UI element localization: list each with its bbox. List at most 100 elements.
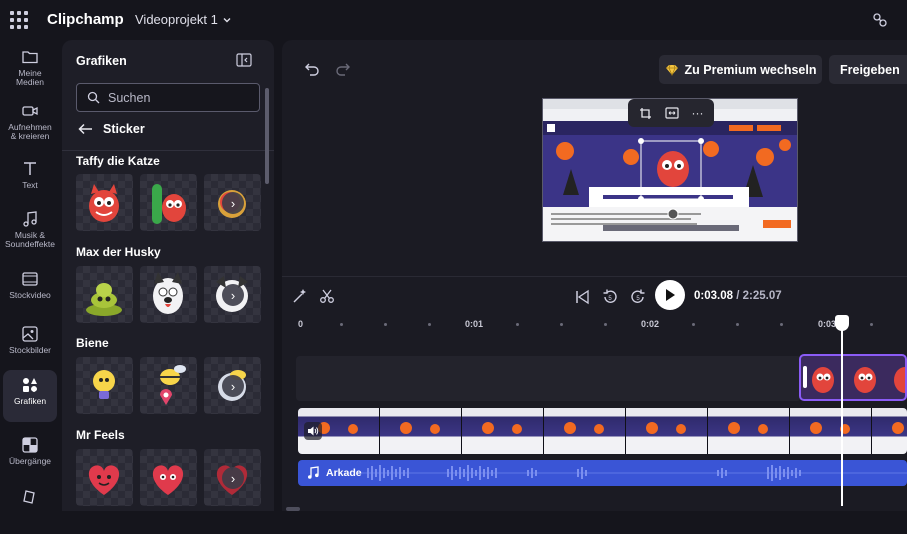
text-icon — [24, 162, 36, 175]
back-to-stickers[interactable]: Sticker — [78, 122, 145, 136]
video-track[interactable] — [298, 408, 907, 454]
playback-time: 0:03.08 / 2:25.07 — [694, 290, 782, 302]
split-scissors-icon[interactable] — [319, 288, 335, 304]
magic-wand-icon[interactable] — [292, 288, 308, 304]
audio-clip-name: Arkade — [326, 467, 362, 479]
undo-icon[interactable] — [304, 61, 320, 77]
video-frame — [872, 408, 907, 454]
project-name-dropdown[interactable]: Videoprojekt 1 — [135, 12, 232, 27]
rail-item-my-media[interactable]: Meine Medien — [3, 42, 57, 94]
sticker-taffy-1[interactable] — [76, 174, 133, 231]
time-separator: / — [733, 290, 743, 302]
timeline-divider — [282, 276, 907, 277]
shapes-icon — [23, 378, 37, 392]
chevron-right-icon[interactable]: › — [222, 467, 244, 489]
rail-item-stock-video[interactable]: Stockvideo — [3, 264, 57, 316]
rail-item-transitions[interactable]: Übergänge — [3, 430, 57, 482]
ruler-tick — [516, 323, 519, 326]
current-time: 0:03.08 — [694, 290, 734, 302]
volume-icon[interactable] — [304, 422, 322, 440]
upgrade-premium-button[interactable]: Zu Premium wechseln — [659, 55, 822, 84]
rail-item-brand-kit[interactable] — [3, 482, 57, 534]
arrow-left-icon — [78, 123, 92, 135]
section-title: Biene — [76, 336, 109, 350]
ruler-label: 0:01 — [465, 319, 484, 329]
rail-item-music-sfx[interactable]: Musik & Soundeffekte — [3, 204, 57, 256]
ruler-tick — [428, 323, 431, 326]
ruler-tick — [340, 323, 343, 326]
graphics-panel: Grafiken Sticker Taffy die Katze › Max d… — [62, 40, 274, 511]
panel-scrollbar[interactable] — [265, 88, 269, 184]
image-icon — [22, 326, 38, 342]
sticker-taffy-2[interactable] — [140, 174, 197, 231]
playhead[interactable] — [841, 316, 843, 506]
rail-label: Stockbilder — [8, 345, 52, 355]
sticker-biene-3[interactable]: › — [204, 357, 261, 414]
cat-with-cactus-icon — [152, 184, 186, 224]
cat-sticker-icon — [89, 184, 119, 222]
section-title: Max der Husky — [76, 245, 161, 259]
rail-label: Stockvideo — [9, 290, 51, 300]
video-frame — [626, 408, 708, 454]
sticker-track[interactable] — [296, 356, 801, 401]
sticker-mr-feels-2[interactable] — [140, 449, 197, 506]
playhead-handle[interactable] — [835, 315, 849, 331]
fit-icon[interactable] — [664, 107, 679, 119]
brand-kit-icon — [23, 490, 35, 504]
sticker-max-3[interactable]: › — [204, 266, 261, 323]
collapse-panel-icon[interactable] — [236, 53, 252, 67]
audio-track[interactable]: Arkade — [298, 460, 907, 486]
husky-sticker-icon — [153, 272, 183, 314]
sticker-mr-feels-1[interactable] — [76, 449, 133, 506]
forward-5s-icon[interactable]: 5 — [629, 288, 647, 306]
skip-to-start-icon[interactable] — [573, 288, 591, 306]
heart-sticker-icon — [152, 465, 184, 495]
rail-item-record-create[interactable]: Aufnehmen & kreieren — [3, 96, 57, 148]
play-button[interactable] — [655, 280, 685, 310]
sticker-taffy-3[interactable]: › — [204, 174, 261, 231]
total-time: 2:25.07 — [742, 290, 782, 302]
top-bar: Clipchamp Videoprojekt 1 — [0, 0, 907, 40]
sticker-max-1[interactable] — [76, 266, 133, 323]
rail-label: Übergänge — [8, 456, 52, 466]
sticker-mr-feels-3[interactable]: › — [204, 449, 261, 506]
collaborate-icon[interactable] — [871, 11, 889, 29]
rail-item-graphics[interactable]: Grafiken — [3, 370, 57, 422]
export-button[interactable]: Freigeben — [829, 55, 907, 84]
rail-label: Meine Medien — [16, 68, 44, 87]
rewind-5s-icon[interactable]: 5 — [601, 288, 619, 306]
rail-item-text[interactable]: Text — [3, 154, 57, 206]
rail-item-stock-images[interactable]: Stockbilder — [3, 319, 57, 371]
clip-trim-handle[interactable] — [803, 366, 807, 388]
play-icon — [666, 289, 675, 301]
sticker-biene-1[interactable] — [76, 357, 133, 414]
search-icon — [87, 91, 100, 104]
search-input[interactable] — [108, 90, 248, 105]
crop-icon[interactable] — [639, 107, 652, 120]
more-options-icon[interactable]: ··· — [692, 106, 704, 120]
poop-sticker-icon — [86, 283, 122, 316]
share-label: Freigeben — [840, 62, 900, 77]
film-icon — [22, 272, 38, 286]
timeline-scrollbar[interactable] — [286, 507, 300, 511]
video-frame — [708, 408, 790, 454]
redo-icon[interactable] — [335, 61, 351, 77]
ruler-tick — [780, 323, 783, 326]
sticker-max-2[interactable] — [140, 266, 197, 323]
search-field[interactable] — [76, 83, 260, 112]
back-label: Sticker — [103, 122, 145, 136]
timeline-ruler[interactable]: 0 0:01 0:02 0:03 — [282, 316, 907, 336]
app-name: Clipchamp — [47, 11, 124, 28]
chevron-right-icon[interactable]: › — [222, 284, 244, 306]
audio-waveform — [358, 465, 907, 481]
left-rail: Meine Medien Aufnehmen & kreieren Text M… — [0, 40, 60, 511]
app-launcher-icon[interactable] — [10, 11, 28, 29]
sticker-clip[interactable] — [799, 354, 907, 401]
chevron-right-icon[interactable]: › — [222, 192, 244, 214]
ruler-tick — [736, 323, 739, 326]
ruler-tick — [870, 323, 873, 326]
chevron-right-icon[interactable]: › — [222, 375, 244, 397]
project-name: Videoprojekt 1 — [135, 12, 218, 27]
sticker-biene-2[interactable] — [140, 357, 197, 414]
ruler-tick — [384, 323, 387, 326]
